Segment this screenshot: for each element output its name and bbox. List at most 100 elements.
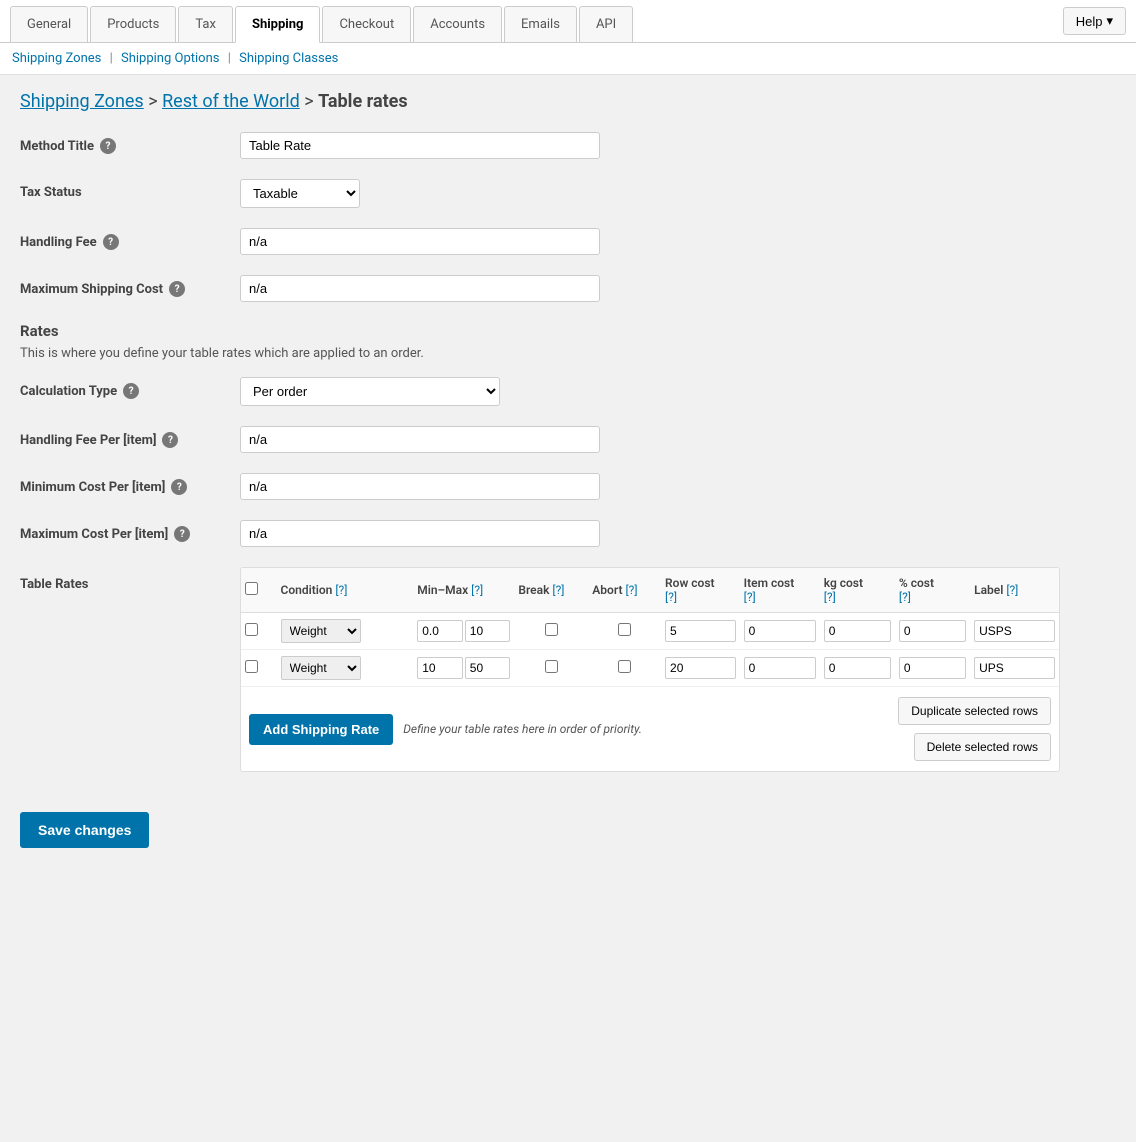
rates-heading: Rates <box>20 322 1060 340</box>
row2-item-cost-input[interactable] <box>744 657 816 679</box>
row2-pct-cost-input[interactable] <box>899 657 966 679</box>
method-title-help-icon[interactable]: ? <box>100 138 116 154</box>
tab-checkout[interactable]: Checkout <box>322 6 411 42</box>
row2-break-cell <box>514 650 588 687</box>
handling-fee-input[interactable] <box>240 228 600 255</box>
max-cost-per-item-field <box>240 520 1060 547</box>
method-title-input[interactable] <box>240 132 600 159</box>
handling-fee-per-item-row: Handling Fee Per [item] ? <box>20 426 1060 453</box>
tab-shipping[interactable]: Shipping <box>235 6 321 43</box>
tab-emails[interactable]: Emails <box>504 6 577 42</box>
tax-status-select[interactable]: Taxable None <box>240 179 360 208</box>
row1-kg-cost-input[interactable] <box>824 620 891 642</box>
label-help-link[interactable]: [?] <box>1006 583 1018 597</box>
tab-bar: General Products Tax Shipping Checkout A… <box>10 0 635 42</box>
tax-status-row: Tax Status Taxable None <box>20 179 1060 208</box>
row2-item-cost-cell <box>740 650 820 687</box>
duplicate-selected-button[interactable]: Duplicate selected rows <box>898 697 1051 725</box>
subnav-divider-1: | <box>110 51 116 66</box>
min-cost-per-item-label: Minimum Cost Per [item] ? <box>20 473 240 495</box>
tax-status-label: Tax Status <box>20 179 240 200</box>
subnav-shipping-options[interactable]: Shipping Options <box>121 51 219 66</box>
tax-status-field: Taxable None <box>240 179 1060 208</box>
add-shipping-rate-button[interactable]: Add Shipping Rate <box>249 714 393 745</box>
tab-accounts[interactable]: Accounts <box>413 6 502 42</box>
row1-kg-cost-cell <box>820 613 895 650</box>
table-row: Weight Price Item count <box>241 650 1059 687</box>
minmax-help-link[interactable]: [?] <box>471 583 483 597</box>
row1-break-checkbox[interactable] <box>545 623 558 636</box>
subnav-shipping-zones[interactable]: Shipping Zones <box>12 51 101 66</box>
min-cost-per-item-input[interactable] <box>240 473 600 500</box>
row1-row-cost-input[interactable] <box>665 620 736 642</box>
condition-help-link[interactable]: [?] <box>335 583 347 597</box>
kg-cost-help-link[interactable]: [?] <box>824 590 836 604</box>
row1-max-input[interactable] <box>465 620 511 642</box>
row2-max-input[interactable] <box>465 657 511 679</box>
max-shipping-cost-row: Maximum Shipping Cost ? <box>20 275 1060 302</box>
row2-kg-cost-input[interactable] <box>824 657 891 679</box>
th-row-cost: Row cost [?] <box>661 568 740 613</box>
row2-minmax-inputs <box>417 657 510 679</box>
max-cost-per-item-input[interactable] <box>240 520 600 547</box>
max-shipping-cost-help-icon[interactable]: ? <box>169 281 185 297</box>
help-button[interactable]: Help ▾ <box>1063 7 1126 35</box>
subnav-divider-2: | <box>228 51 234 66</box>
handling-fee-row: Handling Fee ? <box>20 228 1060 255</box>
row1-abort-cell <box>588 613 661 650</box>
footer-buttons: Duplicate selected rows Delete selected … <box>898 697 1051 761</box>
row2-condition-select[interactable]: Weight Price Item count <box>281 656 361 680</box>
breadcrumb-current: Table rates <box>318 91 408 112</box>
row2-checkbox[interactable] <box>245 660 258 673</box>
th-minmax: Min–Max [?] <box>413 568 514 613</box>
tab-tax[interactable]: Tax <box>178 6 233 42</box>
row1-checkbox[interactable] <box>245 623 258 636</box>
row-cost-help-link[interactable]: [?] <box>665 590 677 604</box>
row1-abort-checkbox[interactable] <box>618 623 631 636</box>
delete-selected-button[interactable]: Delete selected rows <box>914 733 1051 761</box>
min-cost-per-item-help-icon[interactable]: ? <box>171 479 187 495</box>
method-title-field <box>240 132 1060 159</box>
row2-min-input[interactable] <box>417 657 463 679</box>
handling-fee-help-icon[interactable]: ? <box>103 234 119 250</box>
abort-help-link[interactable]: [?] <box>625 583 637 597</box>
tab-products[interactable]: Products <box>90 6 176 42</box>
tab-general[interactable]: General <box>10 6 88 42</box>
row2-break-checkbox[interactable] <box>545 660 558 673</box>
row1-item-cost-input[interactable] <box>744 620 816 642</box>
select-all-checkbox[interactable] <box>245 582 258 595</box>
calculation-type-select[interactable]: Per order Per item Per line item Per cla… <box>240 377 500 406</box>
row1-pct-cost-cell <box>895 613 970 650</box>
item-cost-help-link[interactable]: [?] <box>744 590 756 604</box>
row2-abort-checkbox[interactable] <box>618 660 631 673</box>
break-help-link[interactable]: [?] <box>552 583 564 597</box>
th-abort: Abort [?] <box>588 568 661 613</box>
save-changes-button[interactable]: Save changes <box>20 812 149 848</box>
tab-api[interactable]: API <box>579 6 633 42</box>
method-title-row: Method Title ? <box>20 132 1060 159</box>
row1-condition-select[interactable]: Weight Price Item count <box>281 619 361 643</box>
max-cost-per-item-help-icon[interactable]: ? <box>174 526 190 542</box>
row1-pct-cost-input[interactable] <box>899 620 966 642</box>
calculation-type-help-icon[interactable]: ? <box>123 383 139 399</box>
handling-fee-per-item-help-icon[interactable]: ? <box>162 432 178 448</box>
row2-check-cell <box>241 650 277 687</box>
pct-cost-help-link[interactable]: [?] <box>899 590 911 604</box>
breadcrumb-shipping-zones[interactable]: Shipping Zones <box>20 91 144 112</box>
row1-label-input[interactable] <box>974 620 1055 642</box>
table-rates-label: Table Rates <box>20 567 240 592</box>
row2-label-input[interactable] <box>974 657 1055 679</box>
th-select-all <box>241 568 277 613</box>
subnav-shipping-classes[interactable]: Shipping Classes <box>239 51 338 66</box>
th-kg-cost: kg cost [?] <box>820 568 895 613</box>
max-shipping-cost-label: Maximum Shipping Cost ? <box>20 275 240 297</box>
max-shipping-cost-input[interactable] <box>240 275 600 302</box>
row1-min-input[interactable] <box>417 620 463 642</box>
row2-row-cost-input[interactable] <box>665 657 736 679</box>
footer-description: Define your table rates here in order of… <box>403 722 888 736</box>
row2-pct-cost-cell <box>895 650 970 687</box>
handling-fee-per-item-input[interactable] <box>240 426 600 453</box>
breadcrumb-rest-of-world[interactable]: Rest of the World <box>162 91 300 112</box>
row2-minmax-cell <box>413 650 514 687</box>
th-label-col: Label [?] <box>970 568 1059 613</box>
